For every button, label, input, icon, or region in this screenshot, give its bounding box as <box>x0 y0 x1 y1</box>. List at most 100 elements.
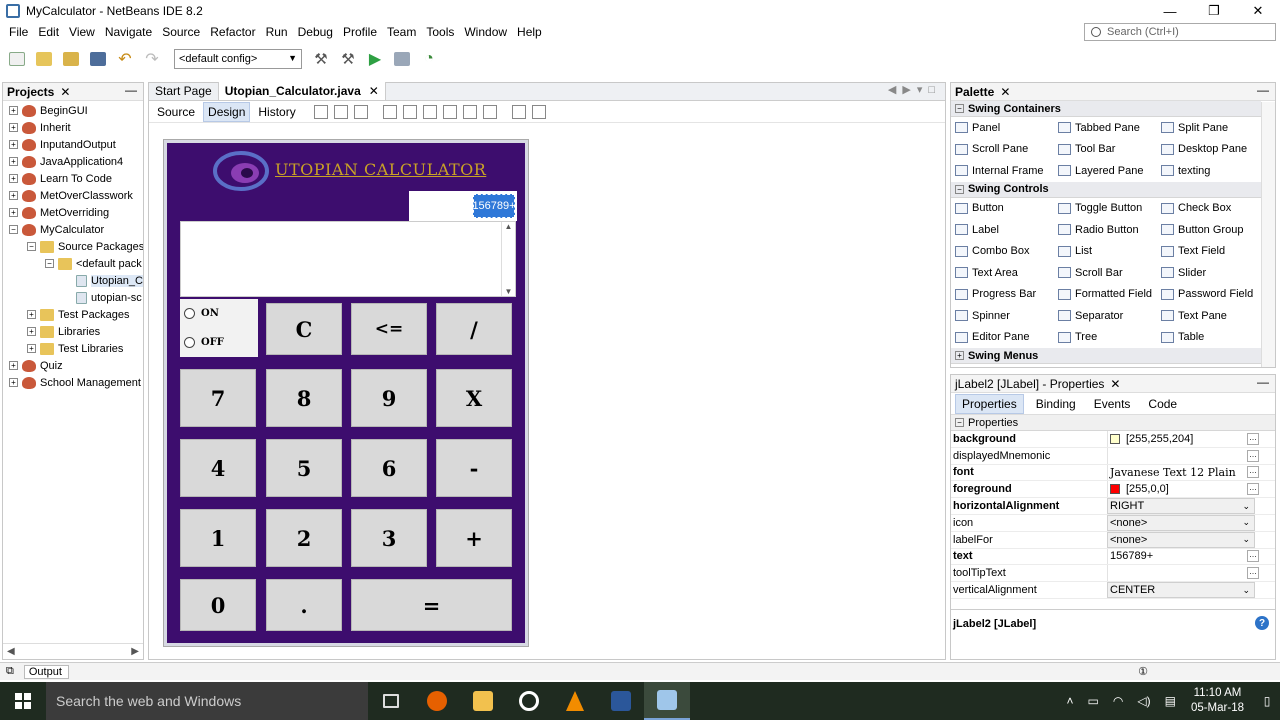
palette-item[interactable]: Radio Button <box>1058 219 1161 241</box>
palette-item[interactable]: List <box>1058 241 1161 263</box>
build-button[interactable]: ⚒ <box>310 48 332 70</box>
property-row[interactable]: horizontalAlignment RIGHT ⌄ <box>951 498 1275 515</box>
tab-close-icon[interactable]: ✕ <box>369 84 379 98</box>
align-top-icon[interactable] <box>442 104 457 119</box>
align-bottom-icon[interactable] <box>462 104 477 119</box>
output-window-button[interactable]: Output <box>23 664 69 679</box>
collapse-toggle-icon[interactable]: − <box>955 184 964 194</box>
menu-help[interactable]: Help <box>512 25 547 39</box>
palette-scrollbar[interactable] <box>1261 102 1275 367</box>
expand-toggle-icon[interactable]: + <box>9 140 18 149</box>
notification-button[interactable]: ▯ <box>1254 682 1280 720</box>
property-value[interactable] <box>1107 447 1247 464</box>
expand-toggle-icon[interactable]: + <box>9 174 18 183</box>
scroll-right-icon[interactable]: ▶ <box>131 646 139 657</box>
project-tree-item[interactable]: + Libraries <box>3 323 143 340</box>
property-editor-button[interactable]: … <box>1247 483 1259 496</box>
project-tree-item[interactable]: + Quiz <box>3 357 143 374</box>
display-label[interactable]: 156789+ <box>472 194 516 218</box>
redo-button[interactable]: ↷ <box>141 48 163 70</box>
show-hidden-icons-icon[interactable]: ˄ <box>1067 694 1074 708</box>
digit-9-button[interactable]: 9 <box>351 369 427 427</box>
palette-item[interactable]: Scroll Bar <box>1058 262 1161 284</box>
palette-item[interactable]: Spinner <box>955 305 1058 327</box>
collapse-toggle-icon[interactable]: + <box>955 351 964 360</box>
project-tree-item[interactable]: utopian-sc <box>3 289 143 306</box>
property-value[interactable] <box>1107 565 1247 582</box>
chevron-down-icon[interactable]: ⌄ <box>1242 501 1250 512</box>
palette-item[interactable]: Tabbed Pane <box>1058 117 1161 139</box>
config-select[interactable]: <default config> ▼ <box>174 49 302 69</box>
scroll-down-icon[interactable]: ▼ <box>505 287 513 296</box>
palette-item[interactable]: Button Group <box>1161 219 1264 241</box>
palette-item[interactable]: Button <box>955 198 1058 220</box>
resize-horizontal-icon[interactable] <box>511 104 526 119</box>
expand-toggle-icon[interactable]: + <box>9 191 18 200</box>
property-row[interactable]: verticalAlignment CENTER ⌄ <box>951 582 1275 599</box>
palette-item[interactable]: texting <box>1161 160 1264 182</box>
view-design[interactable]: Design <box>203 101 251 122</box>
task-view-button[interactable] <box>368 682 414 720</box>
multiply-button[interactable]: X <box>436 369 512 427</box>
chevron-down-icon[interactable]: ⌄ <box>1242 585 1250 596</box>
wifi-icon[interactable]: ◠ <box>1113 694 1123 708</box>
center-horizontally-icon[interactable] <box>422 104 437 119</box>
property-value[interactable]: RIGHT ⌄ <box>1107 498 1255 514</box>
digit-7-button[interactable]: 7 <box>180 369 256 427</box>
expand-toggle-icon[interactable]: − <box>45 259 54 268</box>
expand-toggle-icon[interactable]: + <box>9 208 18 217</box>
palette-item[interactable]: Separator <box>1058 305 1161 327</box>
volume-icon[interactable]: ◁) <box>1137 694 1150 708</box>
off-radio-row[interactable]: OFF <box>180 328 258 357</box>
palette-item[interactable]: Internal Frame <box>955 160 1058 182</box>
resize-vertical-icon[interactable] <box>531 104 546 119</box>
off-radio-button[interactable] <box>184 337 195 348</box>
property-row[interactable]: labelFor <none> ⌄ <box>951 531 1275 549</box>
project-tree-item[interactable]: + Test Libraries <box>3 340 143 357</box>
scroll-left-icon[interactable]: ◀ <box>7 646 15 657</box>
scroll-up-icon[interactable]: ▲ <box>505 222 513 231</box>
expand-toggle-icon[interactable]: + <box>9 123 18 132</box>
collapse-toggle-icon[interactable]: − <box>955 418 964 427</box>
connection-mode-icon[interactable] <box>333 104 348 119</box>
palette-item[interactable]: Text Field <box>1161 241 1264 263</box>
media-player-button[interactable] <box>506 682 552 720</box>
palette-item[interactable]: Panel <box>955 117 1058 139</box>
property-row[interactable]: text 156789+… <box>951 548 1275 566</box>
chevron-down-icon[interactable]: ⌄ <box>1242 534 1250 545</box>
palette-section-header[interactable]: − Swing Controls <box>951 181 1261 198</box>
menu-window[interactable]: Window <box>459 25 512 39</box>
palette-item[interactable]: Label <box>955 219 1058 241</box>
word-button[interactable] <box>598 682 644 720</box>
project-tree-item[interactable]: + BeginGUI <box>3 102 143 119</box>
property-value[interactable]: CENTER ⌄ <box>1107 582 1255 598</box>
debug-button[interactable] <box>391 48 413 70</box>
menu-view[interactable]: View <box>64 25 100 39</box>
palette-item[interactable]: Text Pane <box>1161 305 1264 327</box>
help-icon[interactable]: ? <box>1255 616 1269 630</box>
tab-navigation-icons[interactable]: ◀▶▾□ <box>888 83 941 96</box>
palette-section-header[interactable]: − Swing Containers <box>951 101 1261 117</box>
palette-item[interactable]: Formatted Field <box>1058 284 1161 306</box>
collapse-toggle-icon[interactable]: − <box>955 104 964 113</box>
palette-item[interactable]: Table <box>1161 327 1264 349</box>
expand-toggle-icon[interactable]: + <box>9 106 18 115</box>
menu-edit[interactable]: Edit <box>33 25 64 39</box>
palette-item[interactable]: Layered Pane <box>1058 160 1161 182</box>
maximize-button[interactable]: ❐ <box>1192 0 1236 22</box>
digit-0-button[interactable]: 0 <box>180 579 256 631</box>
plus-button[interactable]: + <box>436 509 512 567</box>
digit-8-button[interactable]: 8 <box>266 369 342 427</box>
property-row[interactable]: toolTipText… <box>951 565 1275 583</box>
menu-profile[interactable]: Profile <box>338 25 382 39</box>
expand-toggle-icon[interactable]: + <box>9 361 18 370</box>
project-tree-item[interactable]: + Test Packages <box>3 306 143 323</box>
project-tree-item[interactable]: + MetOverriding <box>3 204 143 221</box>
projects-minimize-icon[interactable]: — <box>125 83 137 97</box>
start-button[interactable] <box>0 682 46 720</box>
file-explorer-button[interactable] <box>460 682 506 720</box>
digit-5-button[interactable]: 5 <box>266 439 342 497</box>
palette-item[interactable]: Check Box <box>1161 198 1264 220</box>
on-radio-button[interactable] <box>184 308 195 319</box>
notifications-icon[interactable]: ① <box>1138 665 1148 678</box>
